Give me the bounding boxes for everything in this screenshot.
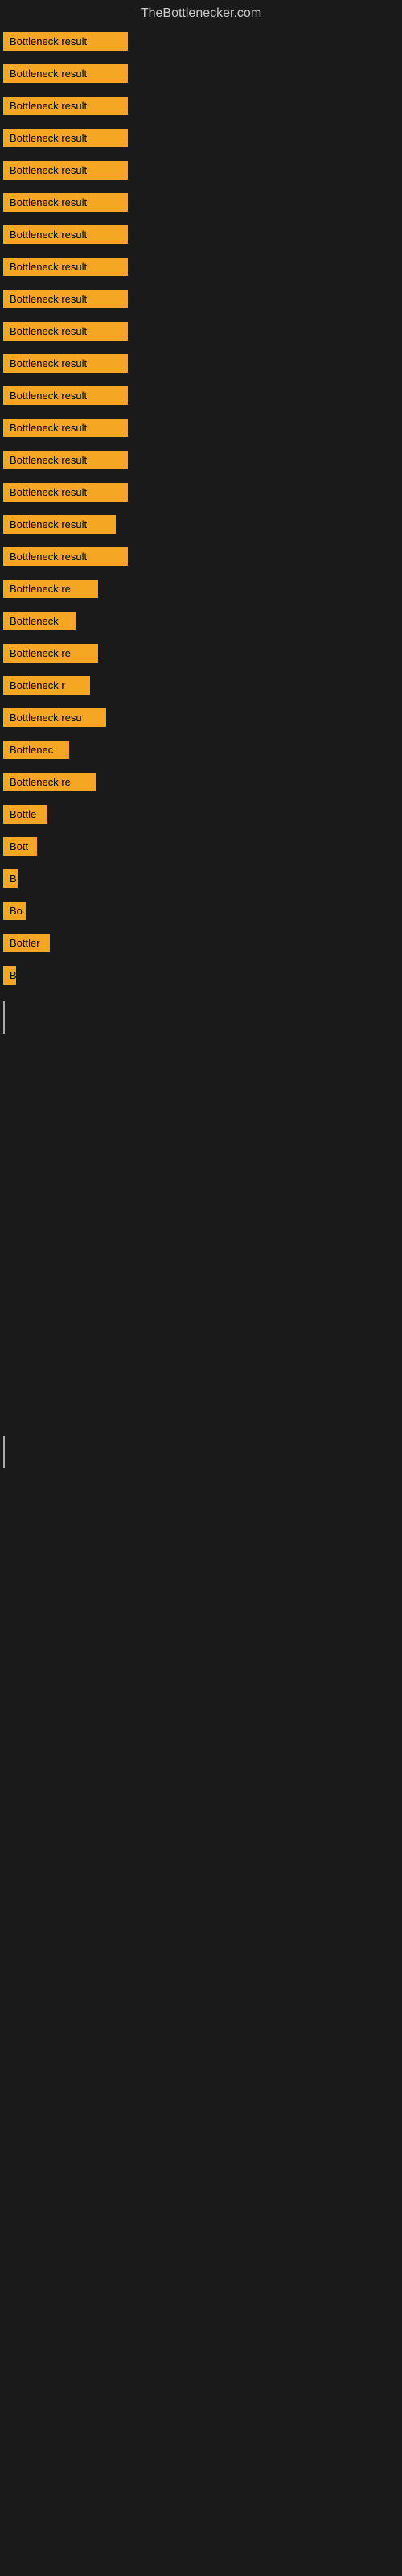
bottleneck-result-bar: Bottleneck re [3,580,98,598]
site-title: TheBottlenecker.com [0,0,402,27]
bar-row: Bottleneck result [2,349,402,382]
spacer [2,1331,402,1380]
bottleneck-result-bar: Bottleneck result [3,483,128,502]
bar-row: Bottleneck result [2,60,402,92]
spacer [2,1042,402,1090]
bar-row: Bottleneck result [2,221,402,253]
bottleneck-result-bar: Bottleneck result [3,290,128,308]
bottleneck-result-bar: Bottleneck result [3,258,128,276]
bar-row: Bottle [2,800,402,832]
bottleneck-result-bar: Bottle [3,805,47,824]
spacer [2,1380,402,1428]
bottleneck-result-bar: B [3,966,16,985]
bottleneck-result-bar: Bottler [3,934,50,952]
spacer [2,1283,402,1331]
bar-row: Bottleneck re [2,768,402,800]
bar-row: B [2,961,402,993]
bar-row: Bottler [2,929,402,961]
bar-row: Bottleneck result [2,92,402,124]
bottleneck-result-bar: Bottleneck result [3,547,128,566]
bottleneck-result-bar: Bottleneck result [3,32,128,51]
bar-row: Bottleneck re [2,639,402,671]
bottleneck-result-bar: Bottleneck resu [3,708,106,727]
bar-row: Bottleneck result [2,156,402,188]
bottleneck-result-bar: Bottleneck result [3,129,128,147]
spacer [2,1090,402,1138]
bar-row: Bottleneck result [2,317,402,349]
cursor-indicator-2 [3,1436,5,1468]
bottleneck-result-bar: Bottleneck re [3,644,98,663]
bottleneck-result-bar: Bo [3,902,26,920]
bar-row: Bottleneck result [2,382,402,414]
bottleneck-result-bar: Bottleneck result [3,193,128,212]
bottleneck-result-bar: Bottleneck result [3,64,128,83]
spacer [2,1187,402,1235]
bottleneck-result-bar: Bottleneck result [3,97,128,115]
spacer [2,1235,402,1283]
bar-row: Bottleneck result [2,285,402,317]
bar-row: Bottleneck r [2,671,402,704]
page-wrapper: TheBottlenecker.com Bottleneck resultBot… [0,0,402,1468]
bar-row: Bottleneck result [2,188,402,221]
bar-row: Bottleneck re [2,575,402,607]
bottleneck-result-bar: Bottleneck result [3,419,128,437]
bottleneck-result-bar: Bottleneck result [3,386,128,405]
chart-area: Bottleneck result Bottleneck result Bottle… [0,27,402,1468]
bottleneck-result-bar: Bott [3,837,37,856]
bar-row: Bottleneck result [2,27,402,60]
bottleneck-result-bar: Bottleneck result [3,161,128,180]
bar-row: Bottleneck result [2,478,402,510]
bottleneck-result-bar: Bottleneck result [3,451,128,469]
bar-row: B [2,865,402,897]
cursor-indicator [3,1001,5,1034]
bottleneck-result-bar: Bottleneck result [3,354,128,373]
bar-row: Bott [2,832,402,865]
bar-row: Bottleneck [2,607,402,639]
bar-row: Bottleneck result [2,414,402,446]
bar-row: Bottleneck result [2,253,402,285]
bottleneck-result-bar: Bottleneck result [3,225,128,244]
bottleneck-result-bar: Bottlenec [3,741,69,759]
bottleneck-result-bar: Bottleneck r [3,676,90,695]
bottleneck-result-bar: Bottleneck result [3,515,116,534]
bar-row: Bottleneck result [2,446,402,478]
bar-row: Bottlenec [2,736,402,768]
bar-row: Bottleneck result [2,510,402,543]
bar-row: Bottleneck result [2,543,402,575]
bottleneck-result-bar: Bottleneck [3,612,76,630]
bottleneck-result-bar: Bottleneck re [3,773,96,791]
bottleneck-result-bar: B [3,869,18,888]
spacer [2,1138,402,1187]
bar-row: Bottleneck resu [2,704,402,736]
bottleneck-result-bar: Bottleneck result [3,322,128,341]
bar-row: Bo [2,897,402,929]
bar-row: Bottleneck result [2,124,402,156]
